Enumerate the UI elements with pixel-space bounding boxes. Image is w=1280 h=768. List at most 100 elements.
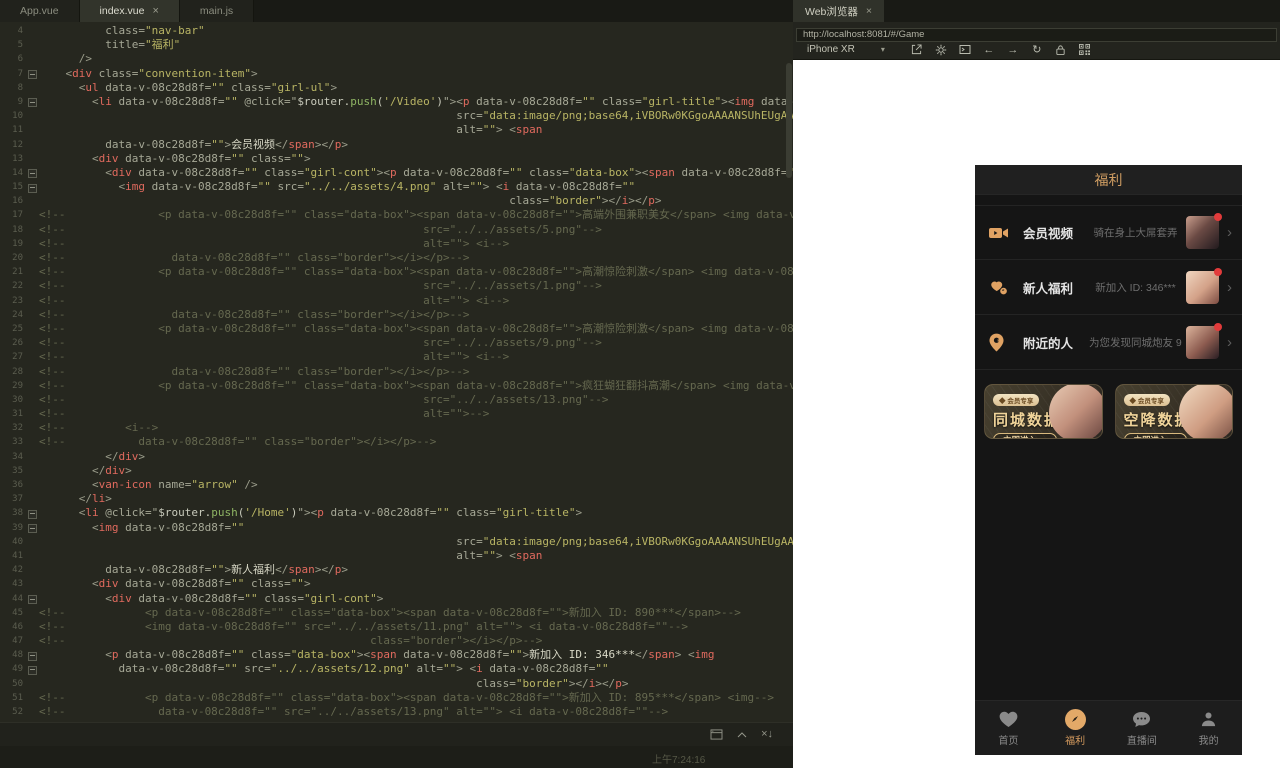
fold-icon[interactable] [26,95,39,109]
code-line-20[interactable]: 20<!-- data-v-08c28d8f="" class="border"… [0,251,793,265]
code-line-52[interactable]: 52<!-- data-v-08c28d8f="" src="../../ass… [0,705,793,719]
fold-gutter [26,365,39,379]
fold-icon[interactable] [26,166,39,180]
fold-icon[interactable] [26,648,39,662]
banner-card-1[interactable]: ◆ 会员专享同城数据立即进入>> [984,384,1103,439]
code-line-47[interactable]: 47<!-- class="border"></i></p>--> [0,634,793,648]
fold-icon[interactable] [26,180,39,194]
close-icon[interactable]: × [866,5,872,17]
enter-now-button[interactable]: 立即进入>> [1124,433,1188,439]
code-line-42[interactable]: 42 data-v-08c28d8f="">新人福利</span></p> [0,563,793,577]
url-input[interactable] [796,28,1277,42]
welfare-list-item-1[interactable]: 会员视频骑在身上大屌套弄› [975,205,1242,260]
code-line-31[interactable]: 31<!-- alt="">--> [0,407,793,421]
welfare-list-item-2[interactable]: 新人福利新加入 ID: 346***› [975,260,1242,315]
lock-icon[interactable] [1049,43,1073,56]
code-line-46[interactable]: 46<!-- <img data-v-08c28d8f="" src="../.… [0,620,793,634]
editor-tab-main.js[interactable]: main.js [180,0,254,22]
code-line-8[interactable]: 8 <ul data-v-08c28d8f="" class="girl-ul"… [0,81,793,95]
code-line-4[interactable]: 4 class="nav-bar" [0,24,793,38]
code-area[interactable]: 4 class="nav-bar"5 title="福利"6 />7 <div … [0,22,793,722]
fold-icon[interactable] [26,521,39,535]
tab-福利[interactable]: 福利 [1042,709,1109,747]
code-line-25[interactable]: 25<!-- <p data-v-08c28d8f="" class="data… [0,322,793,336]
code-line-19[interactable]: 19<!-- alt=""> <i--> [0,237,793,251]
code-line-35[interactable]: 35 </div> [0,464,793,478]
editor-tab-index.vue[interactable]: index.vue× [80,0,180,22]
code-line-41[interactable]: 41 alt=""> <span [0,549,793,563]
open-external-icon[interactable] [905,43,929,56]
code-line-9[interactable]: 9 <li data-v-08c28d8f="" @click="$router… [0,95,793,109]
tab-我的[interactable]: 我的 [1175,709,1242,747]
code-line-12[interactable]: 12 data-v-08c28d8f="">会员视频</span></p> [0,138,793,152]
code-text: class="border"></i></p> [39,677,793,691]
device-selector[interactable]: iPhone XR ▾ [801,43,891,56]
code-line-21[interactable]: 21<!-- <p data-v-08c28d8f="" class="data… [0,265,793,279]
code-line-26[interactable]: 26<!-- src="../../assets/9.png"--> [0,336,793,350]
code-line-11[interactable]: 11 alt=""> <span [0,123,793,137]
close-icon[interactable]: × [152,5,158,17]
code-line-29[interactable]: 29<!-- <p data-v-08c28d8f="" class="data… [0,379,793,393]
code-line-39[interactable]: 39 <img data-v-08c28d8f="" [0,521,793,535]
fold-icon[interactable] [26,592,39,606]
tab-首页[interactable]: 首页 [975,709,1042,747]
code-line-18[interactable]: 18<!-- src="../../assets/5.png"--> [0,223,793,237]
fold-icon[interactable] [26,67,39,81]
collapse-up-icon[interactable] [737,732,747,738]
code-text: <!-- alt="">--> [39,407,793,421]
code-line-27[interactable]: 27<!-- alt=""> <i--> [0,350,793,364]
code-line-28[interactable]: 28<!-- data-v-08c28d8f="" class="border"… [0,365,793,379]
forward-icon[interactable]: → [1001,43,1025,56]
settings-icon[interactable] [929,43,953,56]
code-line-48[interactable]: 48 <p data-v-08c28d8f="" class="data-box… [0,648,793,662]
vip-ribbon: ◆ 会员专享 [993,394,1039,406]
fold-icon[interactable] [26,506,39,520]
code-line-10[interactable]: 10 src="data:image/png;base64,iVBORw0KGg… [0,109,793,123]
console-icon[interactable] [953,43,977,56]
fold-gutter [26,152,39,166]
code-line-51[interactable]: 51<!-- <p data-v-08c28d8f="" class="data… [0,691,793,705]
status-time: 上午7:24:16 [652,751,705,766]
fold-gutter [26,123,39,137]
code-line-16[interactable]: 16 class="border"></i></p> [0,194,793,208]
code-line-24[interactable]: 24<!-- data-v-08c28d8f="" class="border"… [0,308,793,322]
preview-panel-icon[interactable] [710,729,723,740]
code-line-43[interactable]: 43 <div data-v-08c28d8f="" class=""> [0,577,793,591]
code-line-15[interactable]: 15 <img data-v-08c28d8f="" src="../../as… [0,180,793,194]
code-line-13[interactable]: 13 <div data-v-08c28d8f="" class=""> [0,152,793,166]
qrcode-icon[interactable] [1073,43,1097,56]
code-line-49[interactable]: 49 data-v-08c28d8f="" src="../../assets/… [0,662,793,676]
fold-gutter [26,691,39,705]
banner-card-2[interactable]: ◆ 会员专享空降数据立即进入>> [1115,384,1234,439]
code-line-22[interactable]: 22<!-- src="../../assets/1.png"--> [0,279,793,293]
fold-gutter [26,435,39,449]
code-line-44[interactable]: 44 <div data-v-08c28d8f="" class="girl-c… [0,592,793,606]
code-line-30[interactable]: 30<!-- src="../../assets/13.png"--> [0,393,793,407]
code-line-5[interactable]: 5 title="福利" [0,38,793,52]
code-line-6[interactable]: 6 /> [0,52,793,66]
refresh-icon[interactable]: ↻ [1025,43,1049,56]
code-line-40[interactable]: 40 src="data:image/png;base64,iVBORw0KGg… [0,535,793,549]
code-line-7[interactable]: 7 <div class="convention-item"> [0,67,793,81]
code-line-33[interactable]: 33<!-- data-v-08c28d8f="" class="border"… [0,435,793,449]
code-line-45[interactable]: 45<!-- <p data-v-08c28d8f="" class="data… [0,606,793,620]
editor-tab-App.vue[interactable]: App.vue [0,0,80,22]
fold-icon[interactable] [26,662,39,676]
code-line-17[interactable]: 17<!-- <p data-v-08c28d8f="" class="data… [0,208,793,222]
tab-直播间[interactable]: 直播间 [1109,709,1176,747]
code-line-37[interactable]: 37 </li> [0,492,793,506]
code-line-38[interactable]: 38 <li @click="$router.push('/Home')"><p… [0,506,793,520]
line-number: 45 [0,606,26,620]
welfare-list-item-3[interactable]: 附近的人为您发现同城炮友 9999 位› [975,315,1242,370]
close-panel-icon[interactable]: ×↓ [761,729,773,740]
back-icon[interactable]: ← [977,43,1001,56]
code-line-50[interactable]: 50 class="border"></i></p> [0,677,793,691]
code-line-23[interactable]: 23<!-- alt=""> <i--> [0,294,793,308]
code-line-14[interactable]: 14 <div data-v-08c28d8f="" class="girl-c… [0,166,793,180]
editor-scrollbar[interactable] [786,63,792,178]
browser-tab[interactable]: Web浏览器 × [793,0,884,22]
code-line-32[interactable]: 32<!-- <i--> [0,421,793,435]
code-line-34[interactable]: 34 </div> [0,450,793,464]
code-line-36[interactable]: 36 <van-icon name="arrow" /> [0,478,793,492]
enter-now-button[interactable]: 立即进入>> [993,433,1057,439]
